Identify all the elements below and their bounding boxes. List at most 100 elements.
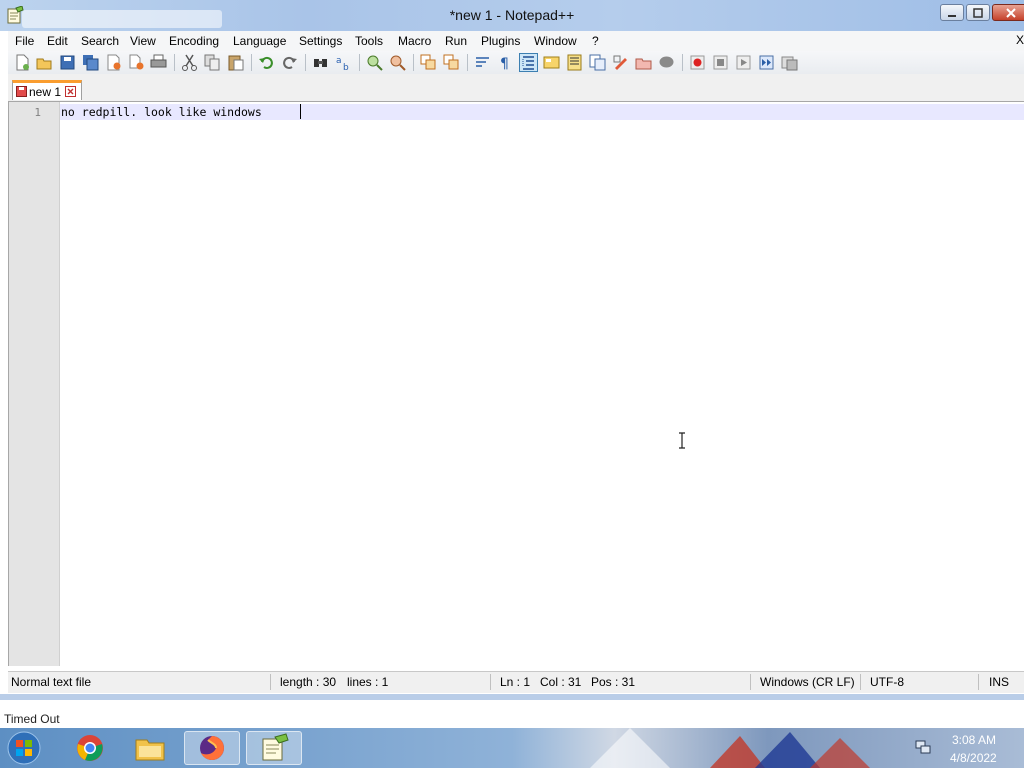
- taskbar-chrome[interactable]: [62, 731, 118, 765]
- paste-icon[interactable]: [227, 54, 244, 71]
- copy-icon[interactable]: [204, 54, 221, 71]
- status-insert-mode[interactable]: INS: [989, 675, 1009, 689]
- zoom-out-icon[interactable]: [389, 54, 406, 71]
- restore-icon: [973, 7, 983, 18]
- run-macro-multiple-icon[interactable]: [758, 54, 775, 71]
- save-all-icon[interactable]: [82, 54, 99, 71]
- status-divider: [490, 674, 491, 690]
- menu-settings[interactable]: Settings: [299, 34, 342, 48]
- line-number-gutter: 1: [9, 102, 60, 666]
- record-macro-icon[interactable]: [689, 54, 706, 71]
- document-map-icon[interactable]: [566, 54, 583, 71]
- toolbar-separator: [682, 54, 683, 71]
- word-wrap-icon[interactable]: [474, 54, 491, 71]
- status-lines: lines : 1: [347, 675, 389, 689]
- close-document-button[interactable]: X: [1016, 33, 1024, 47]
- toolbar: ab ¶: [8, 51, 1024, 75]
- menu-plugins[interactable]: Plugins: [481, 34, 520, 48]
- line-number: 1: [34, 106, 41, 119]
- taskbar-notepad-plus-plus[interactable]: [246, 731, 302, 765]
- user-defined-language-icon[interactable]: [543, 54, 560, 71]
- status-ln: Ln : 1: [500, 675, 531, 689]
- tab-label: new 1: [29, 85, 62, 99]
- status-pos: Pos : 31: [591, 675, 636, 689]
- menu-encoding[interactable]: Encoding: [169, 34, 219, 48]
- menu-run[interactable]: Run: [445, 34, 467, 48]
- folder-as-workspace-icon[interactable]: [612, 54, 629, 71]
- redo-icon[interactable]: [281, 54, 298, 71]
- find-icon[interactable]: [312, 54, 329, 71]
- menu-view[interactable]: View: [130, 34, 156, 48]
- status-length: length : 30: [280, 675, 337, 689]
- new-file-icon[interactable]: [14, 54, 31, 71]
- timed-out-label: Timed Out: [4, 712, 60, 726]
- status-col: Col : 31: [540, 675, 582, 689]
- menu-tools[interactable]: Tools: [355, 34, 383, 48]
- menu-file[interactable]: File: [15, 34, 34, 48]
- tab-close-icon[interactable]: [65, 86, 76, 97]
- firefox-icon: [200, 736, 224, 760]
- replace-icon[interactable]: ab: [335, 54, 352, 71]
- status-divider: [978, 674, 979, 690]
- indent-guide-icon[interactable]: [519, 53, 538, 72]
- tab-new-1[interactable]: new 1: [12, 80, 82, 100]
- network-icon[interactable]: [914, 738, 932, 756]
- clock-date[interactable]: 4/8/2022: [950, 751, 997, 765]
- toolbar-separator: [359, 54, 360, 71]
- sync-vertical-icon[interactable]: [420, 54, 437, 71]
- toolbar-separator: [413, 54, 414, 71]
- maximize-button[interactable]: [966, 4, 990, 21]
- status-eol[interactable]: Windows (CR LF): [760, 675, 855, 689]
- zoom-in-icon[interactable]: [366, 54, 383, 71]
- undo-icon[interactable]: [258, 54, 275, 71]
- status-file-type: Normal text file: [11, 675, 92, 689]
- taskbar-firefox[interactable]: [184, 731, 240, 765]
- toolbar-separator: [251, 54, 252, 71]
- show-all-characters-icon[interactable]: ¶: [497, 54, 514, 71]
- minimize-button[interactable]: [940, 4, 964, 21]
- save-icon[interactable]: [59, 54, 76, 71]
- print-icon[interactable]: [150, 54, 167, 71]
- mouse-ibeam-cursor-icon: [679, 432, 685, 449]
- svg-text:b: b: [343, 63, 349, 71]
- close-icon[interactable]: [105, 54, 122, 71]
- status-bar: Normal text file length : 30 lines : 1 L…: [8, 671, 1024, 693]
- menu-edit[interactable]: Edit: [47, 34, 68, 48]
- toolbar-separator: [305, 54, 306, 71]
- text-line[interactable]: no redpill. look like windows: [61, 105, 262, 119]
- minimize-icon: [948, 14, 956, 17]
- menu-bar: File Edit Search View Encoding Language …: [8, 31, 1024, 52]
- title-bar[interactable]: *new 1 - Notepad++: [0, 0, 1024, 31]
- playback-macro-icon[interactable]: [735, 54, 752, 71]
- status-divider: [750, 674, 751, 690]
- comment-icon[interactable]: [658, 54, 675, 71]
- taskbar-file-explorer[interactable]: [122, 731, 178, 765]
- status-divider: [270, 674, 271, 690]
- cut-icon[interactable]: [181, 54, 198, 71]
- status-divider: [860, 674, 861, 690]
- sync-horizontal-icon[interactable]: [443, 54, 460, 71]
- menu-help[interactable]: ?: [592, 34, 599, 48]
- text-caret: [300, 104, 301, 119]
- menu-macro[interactable]: Macro: [398, 34, 431, 48]
- file-explorer-icon: [135, 739, 165, 761]
- monitoring-icon[interactable]: [635, 54, 652, 71]
- status-encoding[interactable]: UTF-8: [870, 675, 904, 689]
- svg-text:a: a: [336, 56, 342, 66]
- close-window-button[interactable]: [992, 4, 1024, 21]
- open-file-icon[interactable]: [36, 54, 53, 71]
- function-list-icon[interactable]: [589, 54, 606, 71]
- menu-language[interactable]: Language: [233, 34, 286, 48]
- start-button-icon[interactable]: [4, 731, 44, 765]
- close-all-icon[interactable]: [128, 54, 145, 71]
- taskbar: 3:08 AM 4/8/2022: [0, 728, 1024, 768]
- clock-time[interactable]: 3:08 AM: [952, 733, 996, 747]
- toolbar-separator: [467, 54, 468, 71]
- menu-search[interactable]: Search: [81, 34, 119, 48]
- close-icon: [1006, 7, 1016, 18]
- editor-area[interactable]: 1 no redpill. look like windows: [8, 101, 1024, 666]
- menu-window[interactable]: Window: [534, 34, 577, 48]
- stop-recording-icon[interactable]: [712, 54, 729, 71]
- save-macro-icon[interactable]: [781, 54, 798, 71]
- background-strip: Timed Out: [0, 700, 1024, 728]
